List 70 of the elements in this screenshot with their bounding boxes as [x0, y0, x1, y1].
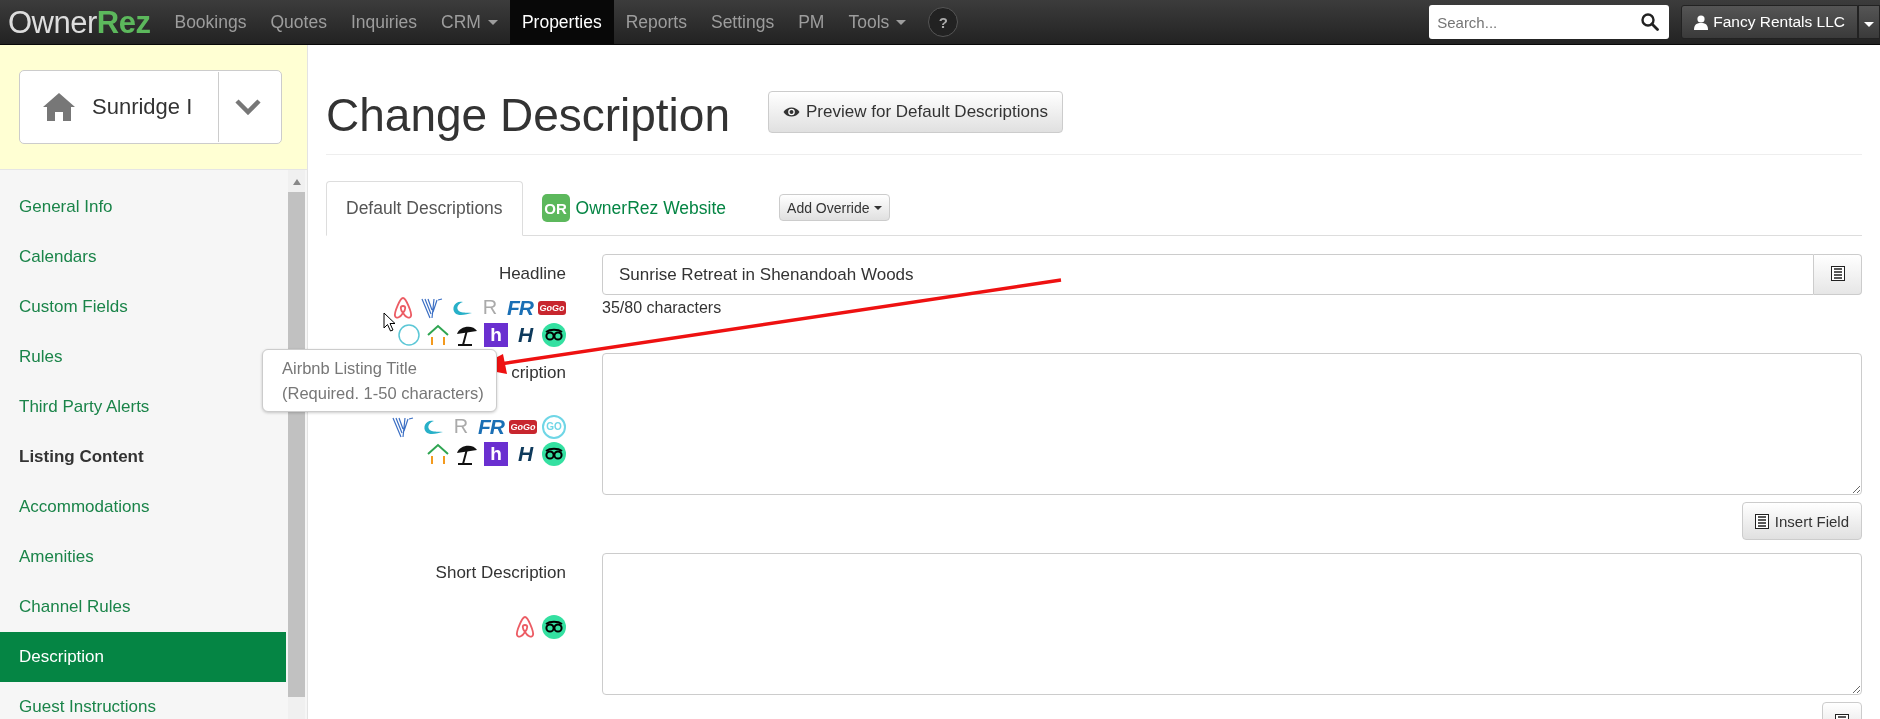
- sidebar-item[interactable]: Guest Instructions: [0, 682, 286, 719]
- tab[interactable]: OR OwnerRez Website: [522, 180, 746, 236]
- letter-logo: H: [516, 322, 535, 347]
- cursor-icon: [383, 312, 396, 332]
- letter-logo: FR: [478, 414, 504, 439]
- striped-logo-icon: [420, 295, 444, 320]
- table-icon: [1754, 513, 1769, 529]
- tag-logo: GoGo: [509, 419, 537, 434]
- add-override-button[interactable]: Add Override: [779, 194, 890, 221]
- loop-logo-icon: [391, 295, 415, 320]
- tile-logo: h: [484, 322, 508, 347]
- letter-logo: FR: [507, 295, 533, 320]
- nav-item[interactable]: Quotes: [258, 0, 339, 44]
- house-logo-icon: [426, 441, 450, 466]
- logo[interactable]: OwnerRez: [0, 3, 163, 41]
- search-field[interactable]: Search...: [1429, 5, 1670, 39]
- home-icon: [42, 92, 76, 122]
- sidebar-item[interactable]: Accommodations: [0, 482, 286, 532]
- field-label: cription: [511, 362, 566, 384]
- sidebar-item[interactable]: Amenities: [0, 532, 286, 582]
- globe-icon: [397, 322, 421, 347]
- nav-item[interactable]: Settings: [698, 0, 787, 44]
- ring-logo: GO: [542, 414, 566, 439]
- tile-logo: h: [484, 441, 508, 466]
- thin-letter-logo: R: [452, 414, 470, 439]
- user-icon: [1694, 14, 1709, 30]
- account-menu-button[interactable]: [1858, 5, 1880, 39]
- tooltip-text: (Required. 1-50 characters): [282, 383, 485, 404]
- owl-logo-icon: [542, 322, 566, 347]
- house-logo-icon: [426, 322, 450, 347]
- sidebar-item[interactable]: Description: [0, 632, 286, 682]
- striped-logo-icon: [391, 414, 415, 439]
- nav-item[interactable]: CRM: [429, 0, 510, 44]
- insert-field-button[interactable]: Insert Field: [1741, 502, 1862, 540]
- preview-button[interactable]: Preview for Default Descriptions: [768, 90, 1063, 133]
- nav-item[interactable]: Properties: [509, 0, 614, 44]
- description-field[interactable]: [602, 353, 1862, 495]
- account-button[interactable]: Fancy Rentals LLC: [1681, 5, 1858, 39]
- sidebar-item[interactable]: Custom Fields: [0, 282, 286, 332]
- menu-heading: Listing Content: [18, 446, 145, 468]
- nav-item[interactable]: Tools: [836, 0, 919, 44]
- insert-field-button[interactable]: [1814, 254, 1862, 295]
- page-title: Change Description: [326, 87, 730, 142]
- chevron-down-icon: [235, 99, 261, 115]
- headline-field[interactable]: Sunrise Retreat in Shenandoah Woods: [602, 254, 1814, 295]
- help-button[interactable]: ?: [928, 7, 959, 37]
- nav-item[interactable]: Reports: [613, 0, 699, 44]
- sidebar-item[interactable]: Calendars: [0, 232, 286, 282]
- letter-logo: H: [516, 441, 535, 466]
- scroll-up-icon[interactable]: [291, 178, 302, 186]
- field-label: Headline: [498, 263, 566, 285]
- property-selector[interactable]: Sunridge I: [19, 70, 282, 144]
- tooltip-title: Airbnb Listing Title: [282, 358, 418, 379]
- owl-logo-icon: [542, 614, 566, 639]
- owl-logo-icon: [542, 441, 566, 466]
- field-label: Short Description: [435, 562, 566, 584]
- search-icon[interactable]: [1641, 13, 1660, 31]
- sidebar-item[interactable]: General Info: [0, 182, 286, 232]
- nav-item[interactable]: PM: [786, 0, 837, 44]
- eye-icon: [783, 105, 800, 118]
- nav-item[interactable]: Bookings: [162, 0, 259, 44]
- loop-logo-icon: [513, 614, 537, 639]
- nav-item[interactable]: Inquiries: [338, 0, 430, 44]
- table-icon: [1830, 265, 1845, 281]
- tag-logo: GoGo: [538, 300, 566, 315]
- tab[interactable]: Default Descriptions: [326, 180, 523, 236]
- thin-letter-logo: R: [481, 295, 499, 320]
- character-counter: 35/80 characters: [602, 299, 722, 317]
- description-field[interactable]: [602, 553, 1862, 695]
- sidebar-item[interactable]: Channel Rules: [0, 582, 286, 632]
